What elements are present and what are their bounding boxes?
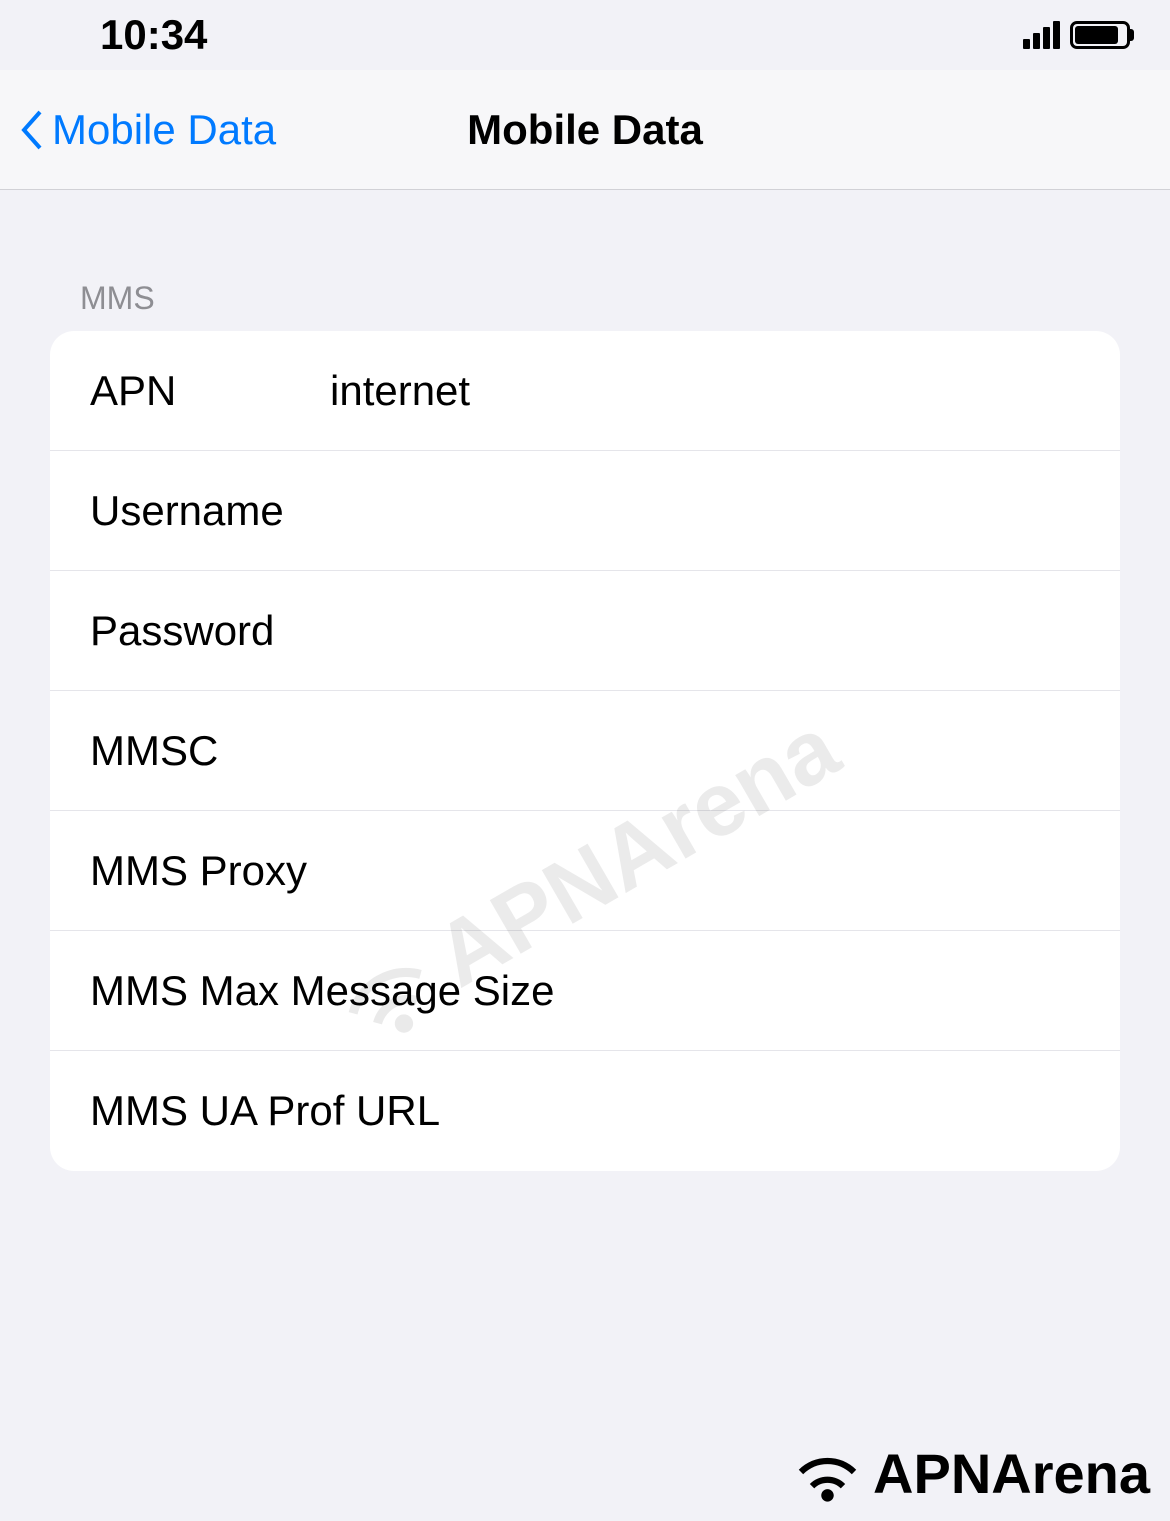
cellular-signal-icon [1023, 21, 1060, 49]
setting-label: Username [90, 487, 330, 535]
setting-label: APN [90, 367, 330, 415]
setting-row-username[interactable]: Username [50, 451, 1120, 571]
branding-text: APNArena [873, 1441, 1150, 1506]
setting-label: MMS Proxy [90, 847, 330, 895]
branding-footer: APNArena [790, 1436, 1150, 1511]
status-indicators [1023, 21, 1130, 49]
setting-row-apn[interactable]: APN internet [50, 331, 1120, 451]
chevron-left-icon [20, 110, 44, 150]
setting-row-mms-max-size[interactable]: MMS Max Message Size [50, 931, 1120, 1051]
status-time: 10:34 [100, 11, 207, 59]
setting-row-mmsc[interactable]: MMSC [50, 691, 1120, 811]
page-title: Mobile Data [467, 106, 703, 154]
section-header-mms: MMS [50, 280, 1120, 331]
back-button[interactable]: Mobile Data [20, 106, 276, 154]
setting-label: Password [90, 607, 330, 655]
content: MMS APN internet Username Password MMSC … [0, 190, 1170, 1171]
setting-label: MMS UA Prof URL [90, 1087, 440, 1135]
setting-row-mms-proxy[interactable]: MMS Proxy [50, 811, 1120, 931]
back-label: Mobile Data [52, 106, 276, 154]
setting-value[interactable]: internet [330, 367, 1080, 415]
battery-icon [1070, 21, 1130, 49]
setting-row-mms-ua-prof-url[interactable]: MMS UA Prof URL [50, 1051, 1120, 1171]
setting-label: MMSC [90, 727, 330, 775]
setting-row-password[interactable]: Password [50, 571, 1120, 691]
wifi-icon [790, 1436, 865, 1511]
setting-label: MMS Max Message Size [90, 967, 554, 1015]
settings-group-mms: APN internet Username Password MMSC MMS … [50, 331, 1120, 1171]
status-bar: 10:34 [0, 0, 1170, 70]
navigation-bar: Mobile Data Mobile Data [0, 70, 1170, 190]
